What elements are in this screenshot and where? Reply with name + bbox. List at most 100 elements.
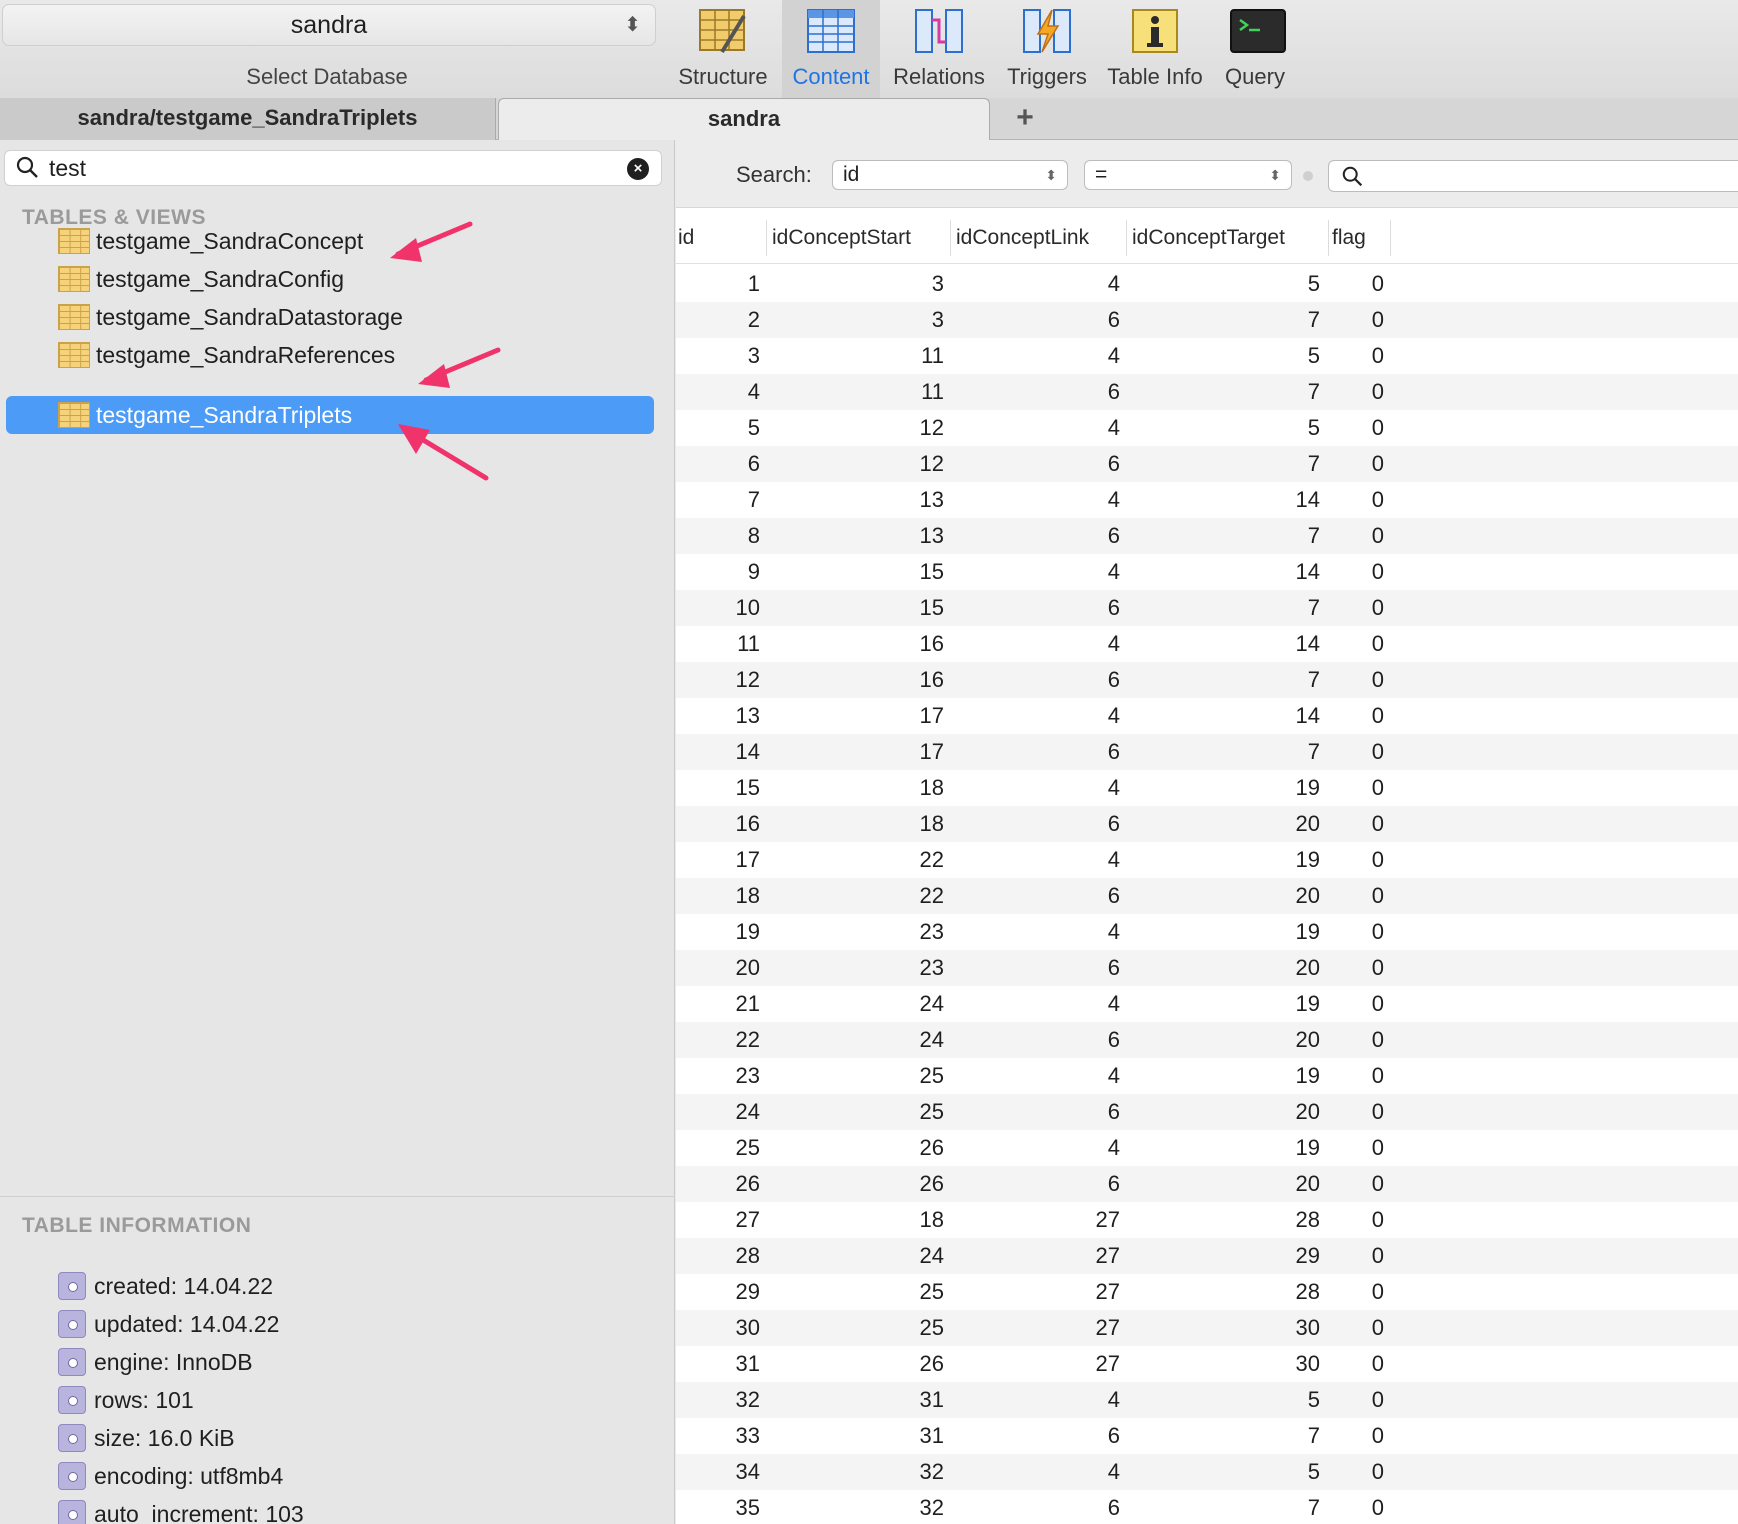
table-row[interactable]: 6 12 6 7 0 <box>676 446 1738 482</box>
table-cell-flag[interactable]: 0 <box>1372 739 1384 765</box>
table-row[interactable]: 32 31 4 5 0 <box>676 1382 1738 1418</box>
table-cell-idconcepttarget[interactable]: 19 <box>1296 1135 1320 1161</box>
table-cell-id[interactable]: 25 <box>736 1135 760 1161</box>
table-cell-idconceptstart[interactable]: 24 <box>920 991 944 1017</box>
table-cell-idconcepttarget[interactable]: 7 <box>1308 667 1320 693</box>
table-cell-idconceptstart[interactable]: 18 <box>920 775 944 801</box>
table-cell-idconceptlink[interactable]: 6 <box>1108 1423 1120 1449</box>
table-item-testgame-sandraconcept[interactable]: testgame_SandraConcept <box>6 222 654 260</box>
table-item-testgame-sandrareferences[interactable]: testgame_SandraReferences <box>6 336 654 374</box>
table-cell-idconcepttarget[interactable]: 19 <box>1296 919 1320 945</box>
table-cell-id[interactable]: 31 <box>736 1351 760 1377</box>
search-operator-select[interactable]: = ⬍ <box>1084 160 1292 190</box>
table-row[interactable]: 27 18 27 28 0 <box>676 1202 1738 1238</box>
table-cell-idconceptlink[interactable]: 6 <box>1108 1099 1120 1125</box>
table-cell-idconceptlink[interactable]: 6 <box>1108 523 1120 549</box>
table-row[interactable]: 33 31 6 7 0 <box>676 1418 1738 1454</box>
table-item-testgame-sandradatastorage[interactable]: testgame_SandraDatastorage <box>6 298 654 336</box>
table-cell-id[interactable]: 3 <box>748 343 760 369</box>
table-cell-idconcepttarget[interactable]: 19 <box>1296 775 1320 801</box>
table-cell-idconceptlink[interactable]: 4 <box>1108 991 1120 1017</box>
table-row[interactable]: 13 17 4 14 0 <box>676 698 1738 734</box>
table-cell-id[interactable]: 18 <box>736 883 760 909</box>
table-cell-flag[interactable]: 0 <box>1372 1387 1384 1413</box>
table-cell-idconceptstart[interactable]: 31 <box>920 1423 944 1449</box>
table-cell-idconcepttarget[interactable]: 20 <box>1296 1027 1320 1053</box>
table-cell-id[interactable]: 19 <box>736 919 760 945</box>
table-cell-idconcepttarget[interactable]: 30 <box>1296 1351 1320 1377</box>
table-cell-idconceptlink[interactable]: 4 <box>1108 415 1120 441</box>
table-cell-idconcepttarget[interactable]: 28 <box>1296 1207 1320 1233</box>
table-cell-idconceptstart[interactable]: 26 <box>920 1351 944 1377</box>
table-cell-idconcepttarget[interactable]: 14 <box>1296 631 1320 657</box>
table-cell-flag[interactable]: 0 <box>1372 451 1384 477</box>
table-cell-flag[interactable]: 0 <box>1372 523 1384 549</box>
table-cell-idconceptlink[interactable]: 4 <box>1108 847 1120 873</box>
table-cell-idconcepttarget[interactable]: 30 <box>1296 1315 1320 1341</box>
table-cell-id[interactable]: 8 <box>748 523 760 549</box>
table-cell-idconceptlink[interactable]: 6 <box>1108 451 1120 477</box>
table-row[interactable]: 11 16 4 14 0 <box>676 626 1738 662</box>
table-cell-idconcepttarget[interactable]: 28 <box>1296 1279 1320 1305</box>
table-cell-idconceptlink[interactable]: 4 <box>1108 343 1120 369</box>
table-cell-id[interactable]: 13 <box>736 703 760 729</box>
table-cell-idconcepttarget[interactable]: 7 <box>1308 595 1320 621</box>
table-row[interactable]: 4 11 6 7 0 <box>676 374 1738 410</box>
table-cell-id[interactable]: 29 <box>736 1279 760 1305</box>
table-cell-idconceptlink[interactable]: 4 <box>1108 487 1120 513</box>
table-cell-idconceptstart[interactable]: 24 <box>920 1027 944 1053</box>
table-cell-flag[interactable]: 0 <box>1372 1279 1384 1305</box>
table-cell-idconceptstart[interactable]: 25 <box>920 1099 944 1125</box>
table-cell-flag[interactable]: 0 <box>1372 307 1384 333</box>
table-cell-flag[interactable]: 0 <box>1372 1459 1384 1485</box>
table-cell-id[interactable]: 16 <box>736 811 760 837</box>
table-cell-idconceptstart[interactable]: 13 <box>920 523 944 549</box>
table-cell-idconcepttarget[interactable]: 20 <box>1296 883 1320 909</box>
table-cell-flag[interactable]: 0 <box>1372 415 1384 441</box>
table-cell-idconceptstart[interactable]: 25 <box>920 1063 944 1089</box>
tool-content[interactable]: Content <box>782 0 880 98</box>
tab-sandra-testgame-sandratriplets[interactable]: sandra/testgame_SandraTriplets <box>0 98 496 140</box>
column-separator[interactable] <box>950 220 951 256</box>
table-cell-idconcepttarget[interactable]: 5 <box>1308 1387 1320 1413</box>
table-cell-idconceptlink[interactable]: 6 <box>1108 595 1120 621</box>
table-row[interactable]: 12 16 6 7 0 <box>676 662 1738 698</box>
table-cell-idconceptlink[interactable]: 27 <box>1096 1243 1120 1269</box>
table-cell-flag[interactable]: 0 <box>1372 919 1384 945</box>
table-row[interactable]: 23 25 4 19 0 <box>676 1058 1738 1094</box>
table-cell-idconceptstart[interactable]: 11 <box>921 343 944 369</box>
table-cell-idconceptlink[interactable]: 6 <box>1108 307 1120 333</box>
table-cell-idconceptlink[interactable]: 4 <box>1108 1063 1120 1089</box>
table-cell-idconcepttarget[interactable]: 7 <box>1308 1495 1320 1521</box>
table-cell-idconceptlink[interactable]: 4 <box>1108 919 1120 945</box>
table-cell-flag[interactable]: 0 <box>1372 1315 1384 1341</box>
table-cell-id[interactable]: 33 <box>736 1423 760 1449</box>
table-cell-idconceptstart[interactable]: 3 <box>932 271 944 297</box>
table-cell-idconcepttarget[interactable]: 7 <box>1308 451 1320 477</box>
table-cell-idconcepttarget[interactable]: 20 <box>1296 1171 1320 1197</box>
table-cell-flag[interactable]: 0 <box>1372 1495 1384 1521</box>
column-header-idconcepttarget[interactable]: idConceptTarget <box>1132 226 1285 250</box>
table-cell-id[interactable]: 35 <box>736 1495 760 1521</box>
table-cell-flag[interactable]: 0 <box>1372 343 1384 369</box>
table-cell-flag[interactable]: 0 <box>1372 559 1384 585</box>
table-cell-idconceptlink[interactable]: 6 <box>1108 811 1120 837</box>
column-separator[interactable] <box>1390 220 1391 256</box>
table-cell-idconceptlink[interactable]: 27 <box>1096 1207 1120 1233</box>
table-row[interactable]: 28 24 27 29 0 <box>676 1238 1738 1274</box>
table-cell-idconcepttarget[interactable]: 5 <box>1308 1459 1320 1485</box>
table-cell-idconceptlink[interactable]: 27 <box>1096 1351 1120 1377</box>
tool-triggers[interactable]: Triggers <box>998 0 1096 98</box>
table-cell-id[interactable]: 11 <box>737 631 760 657</box>
table-cell-idconceptstart[interactable]: 13 <box>920 487 944 513</box>
table-cell-idconceptstart[interactable]: 22 <box>920 883 944 909</box>
table-cell-id[interactable]: 30 <box>736 1315 760 1341</box>
column-header-idconceptlink[interactable]: idConceptLink <box>956 226 1089 250</box>
table-cell-idconceptstart[interactable]: 18 <box>920 811 944 837</box>
table-cell-idconceptlink[interactable]: 4 <box>1108 559 1120 585</box>
table-row[interactable]: 10 15 6 7 0 <box>676 590 1738 626</box>
table-cell-idconcepttarget[interactable]: 20 <box>1296 811 1320 837</box>
table-row[interactable]: 21 24 4 19 0 <box>676 986 1738 1022</box>
table-cell-idconcepttarget[interactable]: 19 <box>1296 991 1320 1017</box>
table-cell-idconceptlink[interactable]: 4 <box>1108 1387 1120 1413</box>
